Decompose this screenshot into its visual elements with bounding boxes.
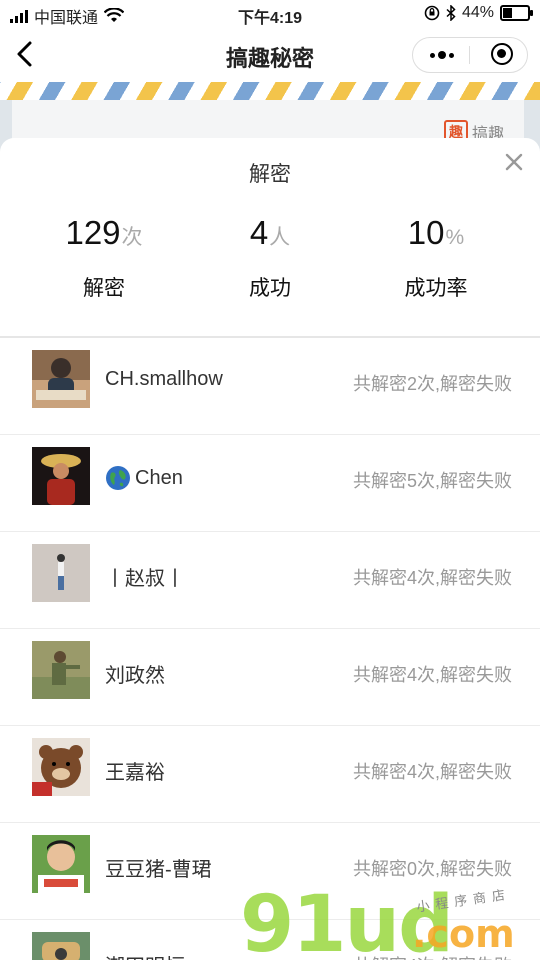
avatar — [32, 544, 90, 602]
user-name: 豆豆猪-曹珺 — [105, 859, 212, 881]
decrypt-result: 共解密5次,解密失败 — [352, 471, 512, 491]
battery-icon — [500, 5, 533, 21]
stat-success-rate: 10% 成功率 — [346, 214, 526, 302]
status-bar: 中国联通 下午4:19 44% — [0, 0, 540, 28]
decrypt-result: 共解密4次,解密失败 — [353, 952, 512, 960]
user-name: CH.smallhow — [105, 368, 223, 390]
stat-label: 成功 — [249, 277, 291, 300]
decrypt-list: CH.smallhow 共解密2次,解密失败 Chen 共解密5次,解密失败 丨… — [0, 338, 540, 960]
avatar — [32, 641, 90, 699]
stat-unit: 人 — [269, 226, 291, 249]
stat-value: 4 — [249, 214, 269, 251]
avatar — [32, 738, 90, 796]
list-item[interactable]: 潮田明恒 共解密4次,解密失败 — [0, 920, 540, 960]
stat-decrypt-count: 129次 解密 — [14, 214, 194, 302]
avatar — [32, 350, 90, 408]
battery-percent: 44% — [461, 4, 494, 21]
stat-value: 10 — [407, 214, 445, 251]
decrypt-result: 共解密4次,解密失败 — [352, 665, 512, 685]
stats-row: 129次 解密 4人 成功 10% 成功率 — [0, 214, 540, 314]
stat-success-count: 4人 成功 — [180, 214, 360, 302]
decrypt-result: 共解密4次,解密失败 — [352, 762, 512, 782]
nav-bar: 搞趣秘密 — [0, 28, 540, 82]
user-name: 丨赵叔丨 — [105, 568, 185, 590]
close-icon[interactable] — [502, 150, 526, 174]
avatar — [32, 932, 90, 960]
airmail-stripe — [0, 82, 540, 100]
list-item[interactable]: Chen 共解密5次,解密失败 — [0, 435, 540, 532]
avatar — [32, 447, 90, 505]
user-name: 王嘉裕 — [105, 762, 165, 784]
mini-program-capsule — [412, 37, 528, 73]
user-name: 潮田明恒 — [105, 950, 185, 960]
stat-value: 129 — [65, 214, 121, 251]
capsule-divider — [469, 46, 470, 64]
stat-unit: % — [445, 226, 465, 249]
decrypt-result: 共解密2次,解密失败 — [352, 374, 512, 394]
more-options-icon[interactable] — [425, 47, 459, 63]
decrypt-result: 共解密0次,解密失败 — [352, 859, 512, 879]
decrypt-sheet: 解密 129次 解密 4人 成功 10% 成功率 CH.smallhow 共解密… — [0, 138, 540, 960]
globe-icon — [106, 466, 130, 490]
stat-label: 解密 — [83, 277, 125, 300]
list-item[interactable]: 王嘉裕 共解密4次,解密失败 — [0, 726, 540, 823]
user-name: Chen — [135, 466, 183, 489]
stat-label: 成功率 — [404, 277, 468, 300]
user-name: 刘政然 — [105, 665, 165, 687]
list-item[interactable]: 豆豆猪-曹珺 共解密0次,解密失败 — [0, 823, 540, 920]
sheet-title: 解密 — [249, 163, 291, 186]
status-right: 44% — [424, 4, 533, 22]
stat-unit: 次 — [121, 226, 143, 249]
list-item[interactable]: 刘政然 共解密4次,解密失败 — [0, 629, 540, 726]
user-name-wrap: Chen — [105, 465, 183, 491]
orientation-lock-icon — [424, 5, 440, 21]
bluetooth-icon — [446, 5, 456, 21]
list-item[interactable]: CH.smallhow 共解密2次,解密失败 — [0, 338, 540, 435]
close-miniprogram-icon[interactable] — [491, 43, 513, 65]
decrypt-result: 共解密4次,解密失败 — [352, 568, 512, 588]
avatar — [32, 835, 90, 893]
list-item[interactable]: 丨赵叔丨 共解密4次,解密失败 — [0, 532, 540, 629]
